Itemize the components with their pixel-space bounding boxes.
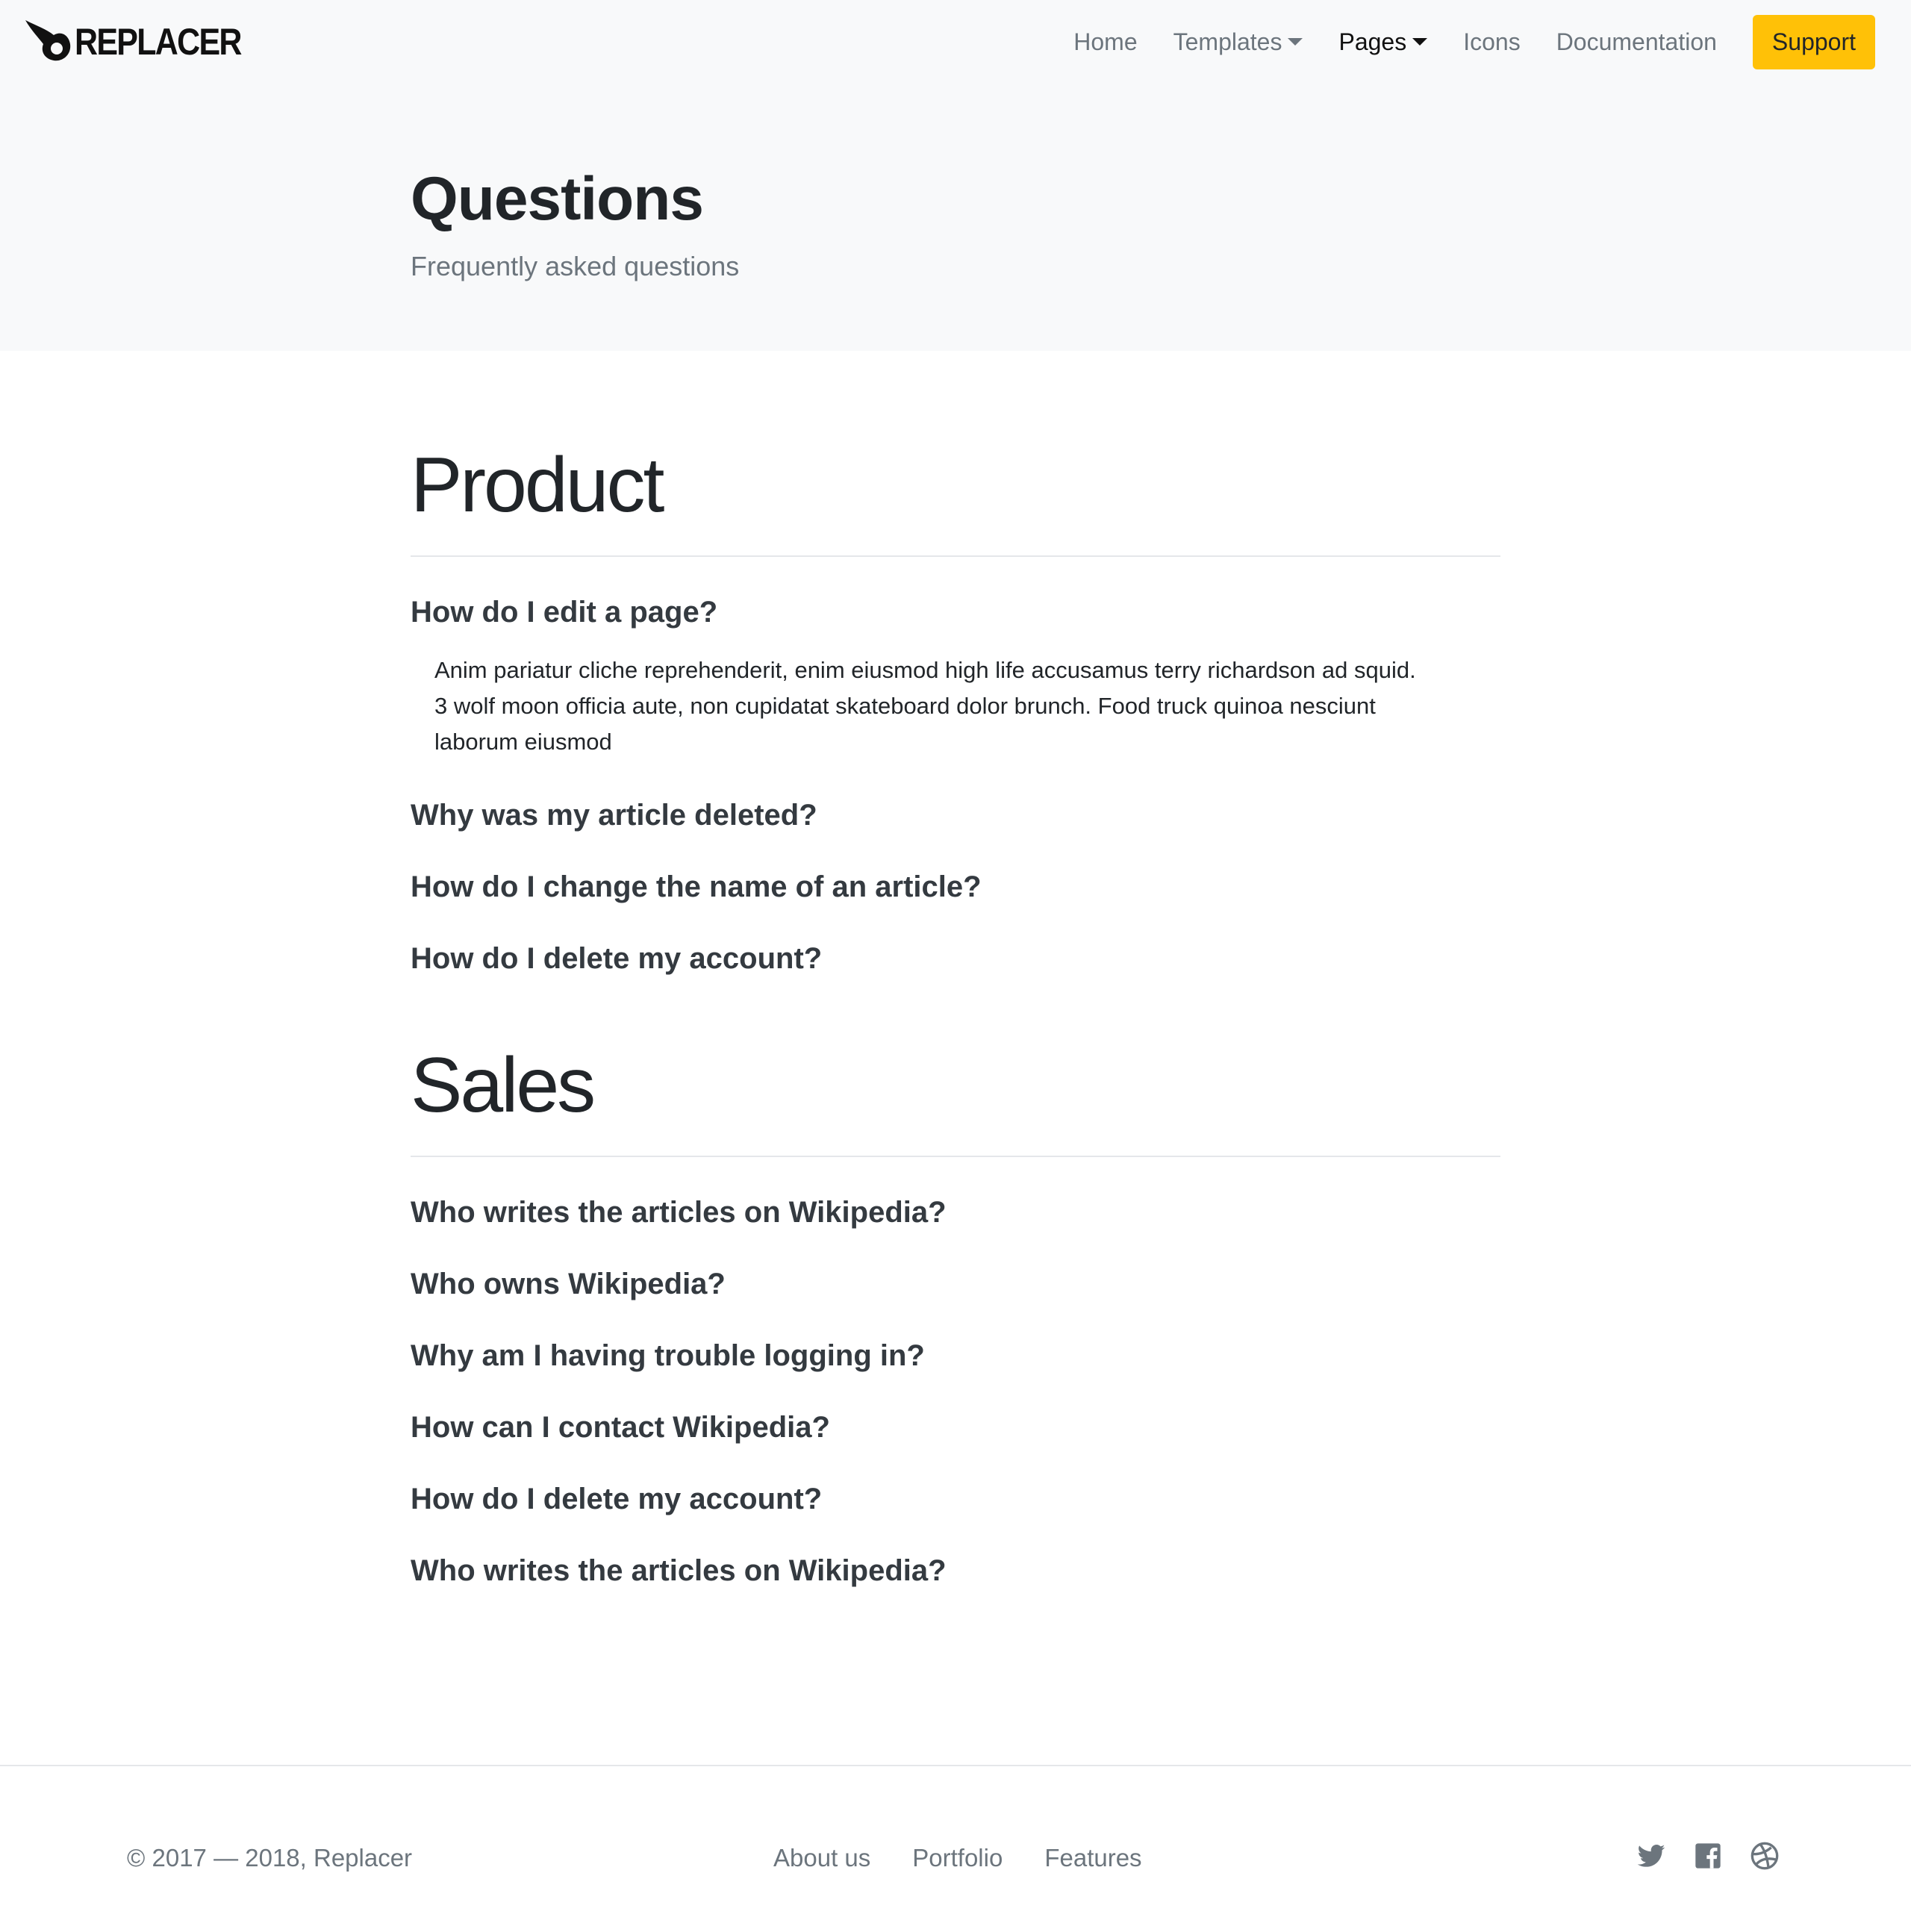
section-title-sales: Sales: [411, 1042, 596, 1129]
faq-question[interactable]: How do I delete my account?: [411, 944, 822, 973]
nav-documentation[interactable]: Documentation: [1556, 28, 1717, 56]
faq-question[interactable]: Who writes the articles on Wikipedia?: [411, 1556, 947, 1586]
nav-documentation-label: Documentation: [1556, 28, 1717, 55]
page-title: Questions: [411, 165, 704, 233]
faq-question[interactable]: How do I delete my account?: [411, 1484, 822, 1514]
nav-templates-label: Templates: [1173, 28, 1282, 55]
faq-question[interactable]: How do I edit a page?: [411, 597, 717, 627]
twitter-icon[interactable]: [1636, 1841, 1666, 1871]
navbar: REPLACER Home Templates Pages Icons Docu…: [0, 0, 1911, 84]
nav-pages[interactable]: Pages: [1338, 28, 1428, 56]
caret-down-icon: [1412, 38, 1428, 46]
faq-answer: Anim pariatur cliche reprehenderit, enim…: [434, 657, 1416, 755]
caret-down-icon: [1288, 38, 1303, 46]
nav-templates[interactable]: Templates: [1173, 28, 1303, 56]
footer-link-features[interactable]: Features: [1044, 1844, 1141, 1872]
section-divider: [411, 555, 1500, 557]
footer-link-about[interactable]: About us: [773, 1844, 870, 1872]
faq-question[interactable]: Who writes the articles on Wikipedia?: [411, 1197, 947, 1227]
brand-logo[interactable]: REPLACER: [24, 19, 268, 65]
copyright: © 2017 — 2018, Replacer: [127, 1844, 413, 1872]
faq-question[interactable]: Who owns Wikipedia?: [411, 1269, 726, 1299]
brand-name: REPLACER: [75, 21, 242, 63]
nav-home-label: Home: [1073, 28, 1138, 55]
hero: Questions Frequently asked questions: [411, 164, 739, 282]
social-links: [1636, 1841, 1806, 1871]
footer-divider: [0, 1765, 1911, 1766]
faq-question[interactable]: How do I change the name of an article?: [411, 872, 982, 902]
facebook-icon[interactable]: [1693, 1841, 1723, 1871]
nav-icons[interactable]: Icons: [1463, 28, 1520, 56]
footer-link-portfolio[interactable]: Portfolio: [912, 1844, 1003, 1872]
bird-logo-icon: [25, 20, 71, 61]
page-subtitle: Frequently asked questions: [411, 251, 740, 281]
nav-home[interactable]: Home: [1073, 28, 1137, 56]
support-button[interactable]: Support: [1752, 14, 1875, 69]
main-nav: Home Templates Pages Icons Documentation…: [1038, 14, 1875, 69]
section-title-product: Product: [411, 442, 664, 529]
nav-icons-label: Icons: [1463, 28, 1521, 55]
section-divider: [411, 1156, 1500, 1157]
dribbble-icon[interactable]: [1750, 1841, 1780, 1871]
faq-question[interactable]: Why am I having trouble logging in?: [411, 1341, 925, 1371]
header-band: REPLACER Home Templates Pages Icons Docu…: [0, 0, 1911, 351]
faq-question[interactable]: How can I contact Wikipedia?: [411, 1412, 830, 1442]
footer: © 2017 — 2018, Replacer About us Portfol…: [0, 1841, 1911, 1889]
footer-links: About us Portfolio Features: [773, 1844, 1184, 1872]
nav-pages-label: Pages: [1338, 28, 1407, 55]
faq-question[interactable]: Why was my article deleted?: [411, 800, 817, 830]
